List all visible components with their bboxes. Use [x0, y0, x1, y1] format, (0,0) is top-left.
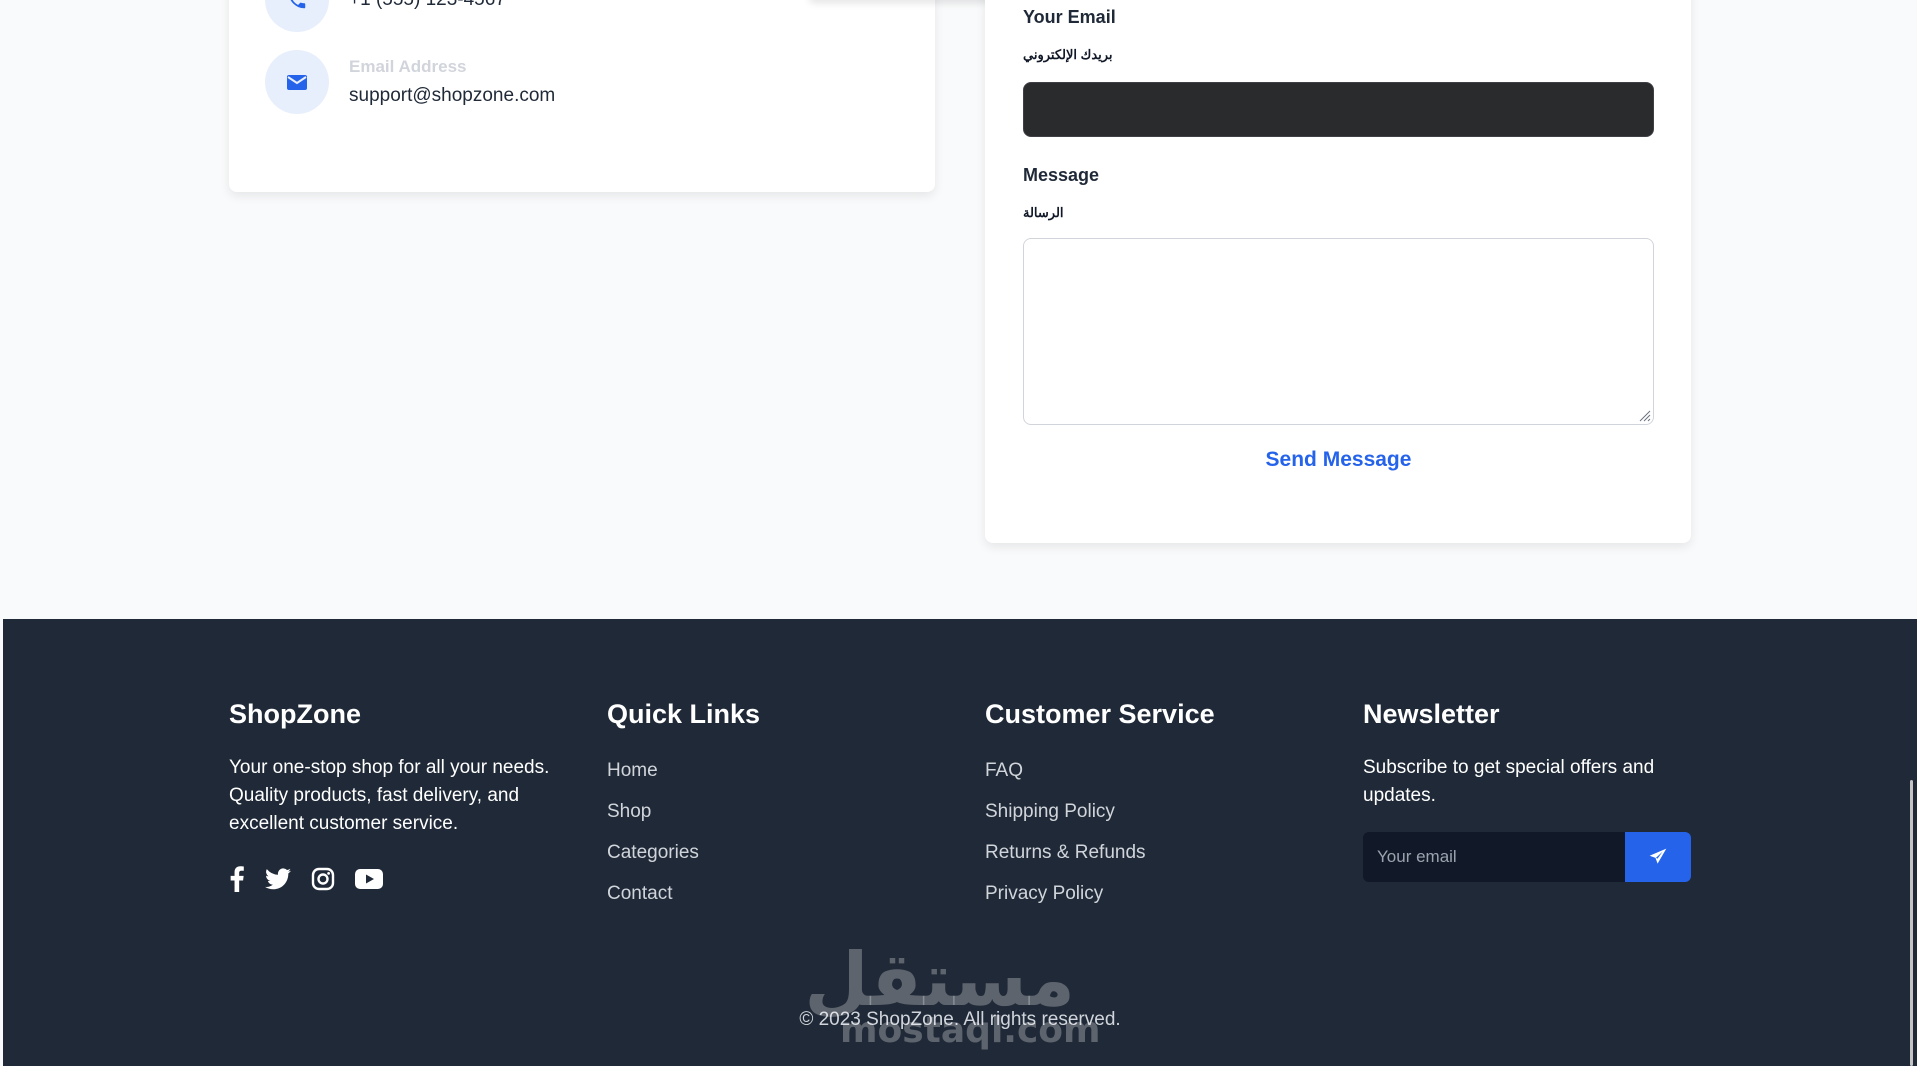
- message-field[interactable]: [1023, 238, 1654, 425]
- customer-service-list: FAQ Shipping Policy Returns & Refunds Pr…: [985, 760, 1215, 924]
- page-bottom-strip: [0, 1066, 1917, 1080]
- phone-info-row: +1 (555) 123-4567: [265, 0, 506, 32]
- scrollbar-thumb[interactable]: [1910, 780, 1913, 1066]
- footer-link-returns-refunds[interactable]: Returns & Refunds: [985, 842, 1215, 883]
- phone-value: +1 (555) 123-4567: [349, 0, 506, 11]
- social-links: [229, 866, 559, 892]
- footer-brand-title: ShopZone: [229, 699, 361, 729]
- footer-link-categories[interactable]: Categories: [607, 842, 760, 883]
- email-info-value[interactable]: support@shopzone.com: [349, 85, 555, 107]
- newsletter-submit-button[interactable]: [1625, 832, 1691, 882]
- footer-customer-service-column: Customer Service FAQ Shipping Policy Ret…: [985, 699, 1215, 924]
- message-field-label-arabic: الرسالة: [1023, 205, 1064, 220]
- email-field[interactable]: [1023, 82, 1654, 137]
- message-field-label: Message: [1023, 165, 1100, 185]
- quick-links-list: Home Shop Categories Contact: [607, 760, 760, 924]
- paper-plane-icon: [1649, 848, 1667, 864]
- footer-link-shipping-policy[interactable]: Shipping Policy: [985, 801, 1215, 842]
- youtube-icon[interactable]: [355, 868, 383, 890]
- email-info-row: Email Address support@shopzone.com: [265, 50, 555, 114]
- resize-grip-icon[interactable]: [1637, 408, 1651, 422]
- site-footer: ShopZone Your one-stop shop for all your…: [3, 619, 1917, 1066]
- twitter-icon[interactable]: [265, 868, 291, 890]
- facebook-icon[interactable]: [229, 866, 245, 892]
- footer-link-home[interactable]: Home: [607, 760, 760, 801]
- footer-quick-links-column: Quick Links Home Shop Categories Contact: [607, 699, 760, 924]
- email-field-label: Your Email: [1023, 7, 1116, 27]
- copyright-text: © 2023 ShopZone. All rights reserved.: [799, 1009, 1121, 1030]
- footer-brand-column: ShopZone Your one-stop shop for all your…: [229, 699, 559, 892]
- quick-links-title: Quick Links: [607, 699, 761, 729]
- footer-newsletter-column: Newsletter Subscribe to get special offe…: [1363, 699, 1691, 882]
- phone-icon: [265, 0, 329, 32]
- customer-service-title: Customer Service: [985, 699, 1215, 729]
- newsletter-email-input[interactable]: Your email: [1363, 832, 1625, 882]
- email-info-label: Email Address: [349, 57, 467, 76]
- footer-link-privacy-policy[interactable]: Privacy Policy: [985, 883, 1215, 924]
- contact-form-card: Your Email بريدك الإلكتروني Message الرس…: [985, 0, 1691, 543]
- contact-info-card: +1 (555) 123-4567 Email Address support@…: [229, 0, 935, 192]
- email-field-label-arabic: بريدك الإلكتروني: [1023, 47, 1113, 62]
- footer-brand-description: Your one-stop shop for all your needs. Q…: [229, 757, 550, 834]
- instagram-icon[interactable]: [311, 867, 335, 891]
- envelope-icon: [265, 50, 329, 114]
- newsletter-title: Newsletter: [1363, 699, 1500, 729]
- footer-link-contact[interactable]: Contact: [607, 883, 760, 924]
- footer-link-faq[interactable]: FAQ: [985, 760, 1215, 801]
- newsletter-form: Your email: [1363, 832, 1691, 882]
- newsletter-description: Subscribe to get special offers and upda…: [1363, 757, 1655, 806]
- send-message-button[interactable]: Send Message: [1023, 440, 1654, 480]
- footer-link-shop[interactable]: Shop: [607, 801, 760, 842]
